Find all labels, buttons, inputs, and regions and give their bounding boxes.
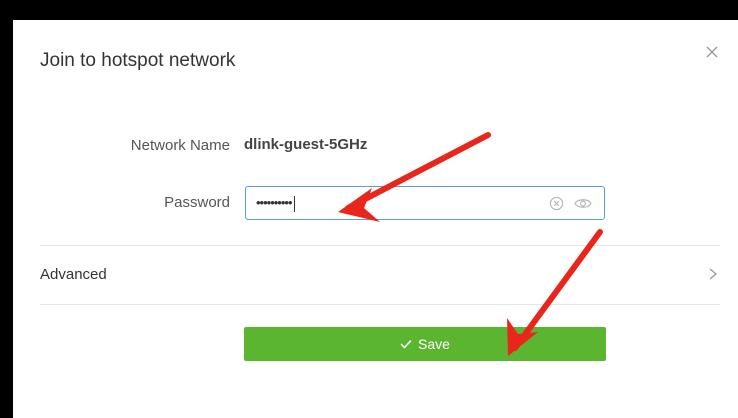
- advanced-label: Advanced: [40, 266, 107, 283]
- close-icon[interactable]: [704, 44, 720, 60]
- show-password-eye-icon[interactable]: [574, 196, 592, 211]
- check-icon: [400, 339, 412, 349]
- clear-input-icon[interactable]: [549, 196, 564, 211]
- dialog-title: Join to hotspot network: [40, 50, 236, 71]
- save-button[interactable]: Save: [244, 327, 606, 361]
- password-field[interactable]: ••••••••••: [245, 186, 605, 220]
- divider-bottom: [40, 304, 720, 305]
- save-button-label: Save: [418, 336, 450, 352]
- chevron-right-icon: [709, 268, 718, 280]
- advanced-row[interactable]: Advanced: [40, 246, 720, 304]
- network-name-value: dlink-guest-5GHz: [244, 136, 368, 153]
- network-name-label: Network Name: [130, 137, 230, 154]
- join-hotspot-dialog: Join to hotspot network Network Name dli…: [13, 20, 738, 418]
- password-input-value[interactable]: ••••••••••: [256, 195, 295, 212]
- password-label: Password: [164, 194, 230, 211]
